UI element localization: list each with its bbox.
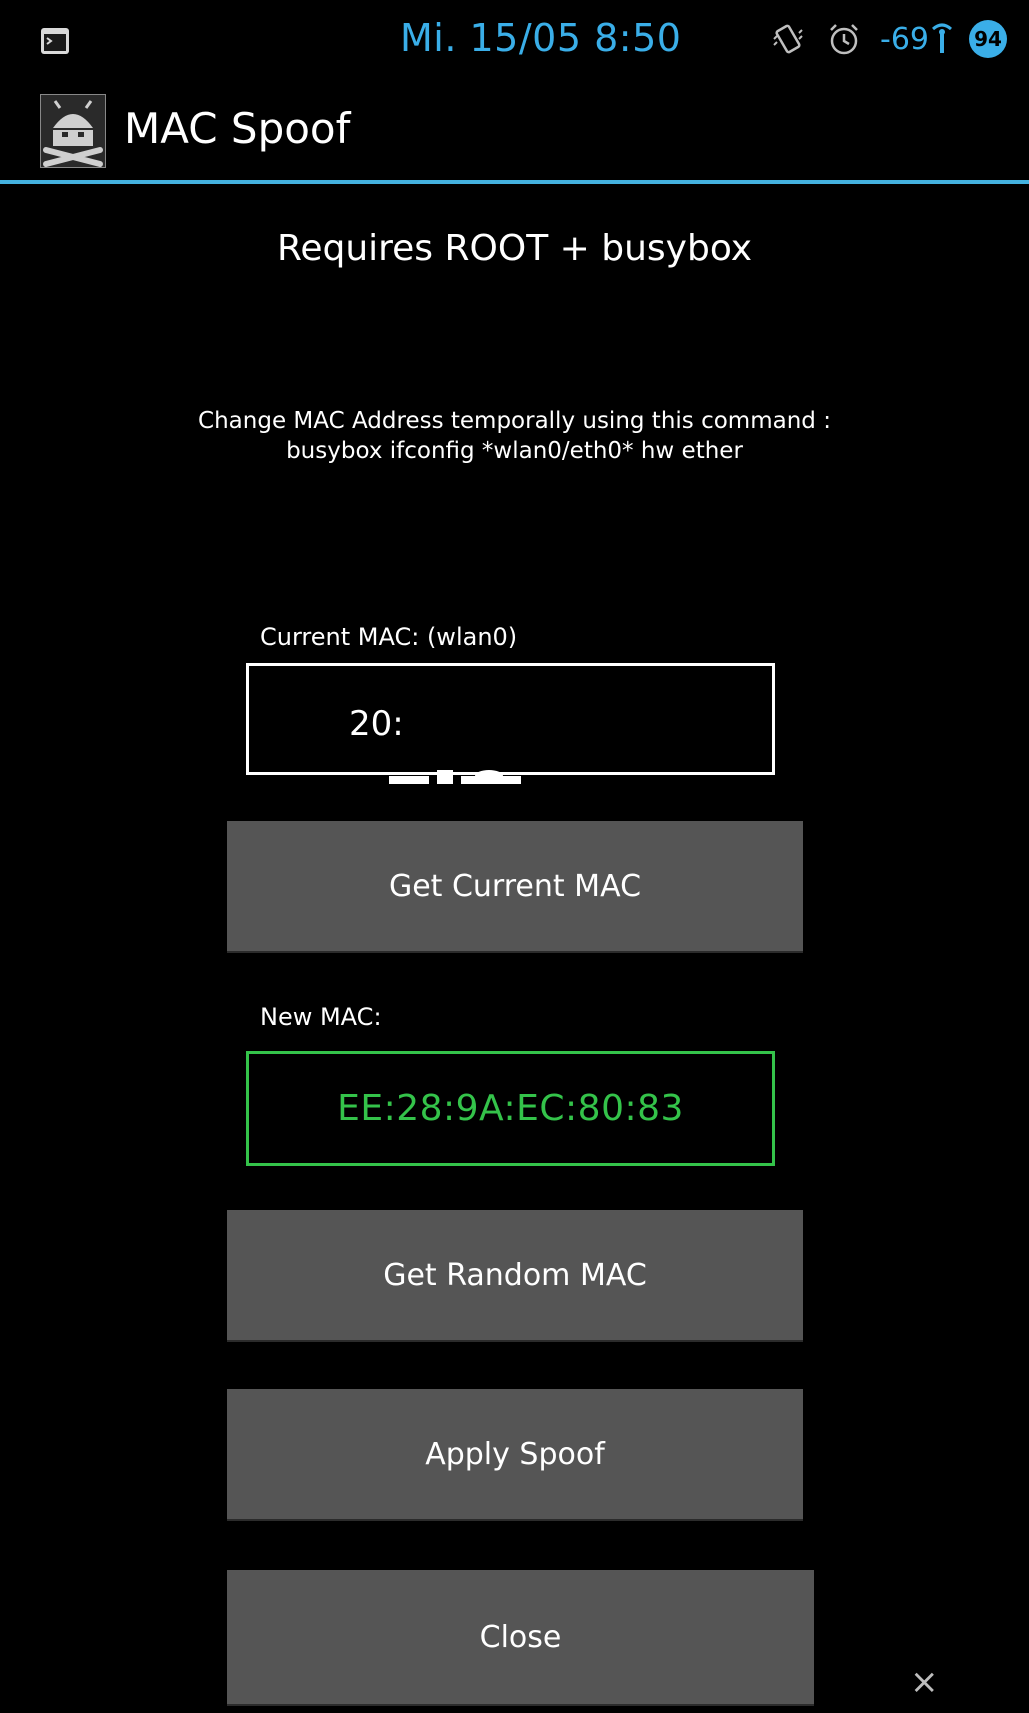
description-line-2: busybox ifconfig *wlan0/eth0* hw ether: [286, 438, 743, 464]
battery-icon: 94: [969, 20, 1007, 58]
battery-level: 94: [974, 27, 1002, 51]
requirements-heading: Requires ROOT + busybox: [276, 228, 753, 269]
status-icons: -69 94: [768, 14, 1007, 64]
new-mac-label: New MAC:: [260, 1003, 382, 1031]
terminal-notification-icon: [41, 28, 69, 54]
close-icon[interactable]: ×: [910, 1665, 939, 1699]
app-title: MAC Spoof: [124, 104, 351, 153]
action-bar: MAC Spoof: [0, 80, 1029, 180]
description-line-1: Change MAC Address temporally using this…: [198, 408, 831, 434]
signal-strength: -69: [880, 21, 929, 57]
status-time: Mi. 15/05 8:50: [400, 16, 682, 60]
action-bar-divider: [0, 180, 1029, 184]
new-mac-field[interactable]: EE:28:9A:EC:80:83: [246, 1051, 775, 1166]
status-bar: Mi. 15/05 8:50 -69 94: [0, 0, 1029, 80]
vibrate-icon: [773, 24, 803, 54]
apply-spoof-button[interactable]: Apply Spoof: [227, 1389, 803, 1519]
current-mac-value: 20:: [349, 704, 404, 744]
redaction-marks: [389, 770, 521, 784]
current-mac-field[interactable]: 20:: [246, 663, 775, 784]
mac-spoof-app-icon[interactable]: [40, 94, 106, 168]
command-description: Change MAC Address temporally using this…: [0, 406, 1029, 466]
get-random-mac-button[interactable]: Get Random MAC: [227, 1210, 803, 1340]
alarm-icon: [830, 24, 858, 55]
current-mac-label: Current MAC: (wlan0): [260, 623, 518, 651]
close-button[interactable]: Close: [227, 1570, 814, 1704]
new-mac-value: EE:28:9A:EC:80:83: [337, 1088, 684, 1129]
wifi-signal-icon: [932, 23, 952, 53]
get-current-mac-button[interactable]: Get Current MAC: [227, 821, 803, 951]
